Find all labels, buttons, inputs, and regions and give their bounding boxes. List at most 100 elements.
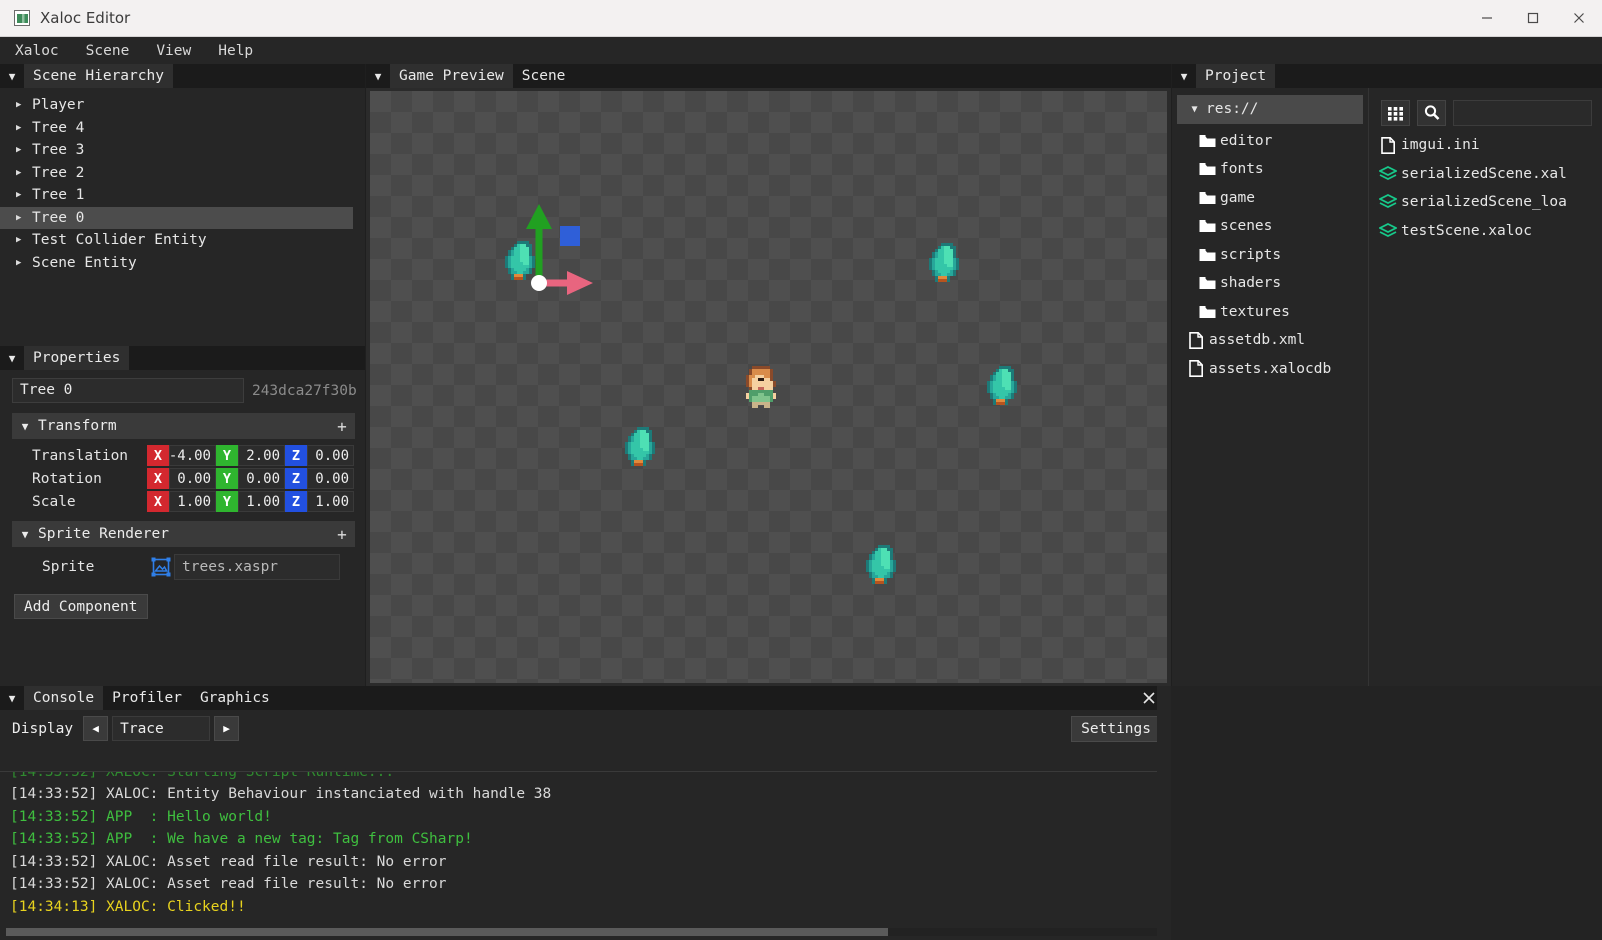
project-file-testscene-xaloc[interactable]: testScene.xaloc — [1369, 217, 1602, 246]
chevron-right-icon[interactable]: ▶ — [16, 258, 32, 268]
console-horizontal-scrollbar[interactable] — [6, 928, 1157, 936]
chevron-right-icon[interactable]: ▶ — [16, 235, 32, 245]
tree-sprite[interactable] — [863, 542, 911, 590]
scale-z-input[interactable]: 1.00 — [307, 491, 354, 512]
console-log-line: [14:33:52] XALOC: Entity Behaviour insta… — [10, 786, 552, 802]
player-sprite[interactable] — [740, 363, 788, 411]
row-label: Rotation — [32, 470, 102, 487]
close-icon[interactable] — [1556, 0, 1602, 36]
project-item-assets-xalocdb[interactable]: assets.xalocdb — [1172, 355, 1368, 384]
tree-sprite[interactable] — [622, 424, 670, 472]
hierarchy-item-tree-1[interactable]: ▶ Tree 1 — [0, 184, 365, 207]
tab-console[interactable]: Console — [24, 686, 104, 710]
component-header-sprite-renderer[interactable]: ▼ Sprite Renderer + — [12, 521, 355, 547]
hierarchy-item-tree-0[interactable]: ▶ Tree 0 — [0, 206, 353, 229]
chevron-right-icon[interactable]: ▶ — [16, 100, 32, 110]
transform-gizmo[interactable] — [493, 196, 603, 306]
left-arrow-icon[interactable]: ◀ — [83, 716, 109, 741]
project-file-imgui-ini[interactable]: imgui.ini — [1369, 131, 1602, 160]
component-header-transform[interactable]: ▼ Transform + — [12, 413, 355, 439]
tab-profiler[interactable]: Profiler — [103, 686, 191, 710]
game-canvas[interactable] — [370, 91, 1167, 683]
caret-down-icon[interactable]: ▼ — [12, 528, 38, 541]
tab-game-preview[interactable]: Game Preview — [390, 64, 513, 88]
row-label: Scale — [32, 493, 76, 510]
hierarchy-item-player[interactable]: ▶ Player — [0, 94, 365, 117]
menu-item-scene[interactable]: Scene — [74, 40, 142, 62]
console-gutter — [1157, 686, 1171, 940]
console-header: ▼ Console Profiler Graphics — [0, 686, 1171, 710]
search-icon[interactable] — [1417, 100, 1446, 126]
project-item-assetdb-xml[interactable]: assetdb.xml — [1172, 326, 1368, 355]
tab-graphics[interactable]: Graphics — [190, 686, 279, 710]
sprite-asset-input[interactable]: trees.xaspr — [174, 554, 340, 580]
rotation-y-input[interactable]: 0.00 — [238, 468, 285, 489]
right-arrow-icon[interactable]: ▶ — [214, 716, 240, 741]
hierarchy-item-test-collider-entity[interactable]: ▶ Test Collider Entity — [0, 229, 365, 252]
project-file-serializedscene_loa[interactable]: serializedScene_loa — [1369, 188, 1602, 217]
chevron-right-icon[interactable]: ▶ — [16, 145, 32, 155]
collapse-arrow-icon[interactable]: ▼ — [0, 686, 24, 710]
translation-z-input[interactable]: 0.00 — [307, 445, 354, 466]
menu-item-help[interactable]: Help — [206, 40, 265, 62]
hierarchy-item-tree-4[interactable]: ▶ Tree 4 — [0, 117, 365, 140]
caret-down-icon[interactable]: ▼ — [12, 420, 38, 433]
collapse-arrow-icon[interactable]: ▼ — [366, 64, 390, 88]
console-log-area[interactable]: [14:33:52] XALOC: Starting Script Runtim… — [0, 771, 1171, 924]
project-item-game[interactable]: game — [1172, 184, 1368, 213]
project-search-input[interactable] — [1453, 100, 1592, 126]
menu-item-xaloc[interactable]: Xaloc — [3, 40, 71, 62]
collapse-arrow-icon[interactable]: ▼ — [0, 64, 24, 88]
minimize-icon[interactable] — [1464, 0, 1510, 36]
maximize-icon[interactable] — [1510, 0, 1556, 36]
chevron-right-icon[interactable]: ▶ — [16, 190, 32, 200]
project-item-fonts[interactable]: fonts — [1172, 155, 1368, 184]
project-item-scenes[interactable]: scenes — [1172, 212, 1368, 241]
hierarchy-item-scene-entity[interactable]: ▶ Scene Entity — [0, 252, 365, 275]
folder-icon — [1194, 248, 1220, 262]
chevron-right-icon[interactable]: ▶ — [16, 123, 32, 133]
hierarchy-item-tree-3[interactable]: ▶ Tree 3 — [0, 139, 365, 162]
project-item-label: assetdb.xml — [1209, 332, 1306, 349]
settings-button[interactable]: Settings — [1071, 715, 1161, 742]
tree-sprite[interactable] — [984, 363, 1032, 411]
menu-item-view[interactable]: View — [144, 40, 203, 62]
folder-icon — [1194, 134, 1220, 148]
project-item-textures[interactable]: textures — [1172, 298, 1368, 327]
collapse-arrow-icon[interactable]: ▼ — [0, 346, 24, 370]
tab-scene[interactable]: Scene — [512, 64, 575, 88]
chevron-right-icon[interactable]: ▶ — [16, 168, 32, 178]
project-file-serializedscene-xal[interactable]: serializedScene.xal — [1369, 160, 1602, 189]
log-level-value[interactable]: Trace — [112, 716, 211, 741]
project-header: ▼ Project — [1172, 64, 1602, 88]
tab-properties[interactable]: Properties — [24, 346, 130, 370]
project-item-shaders[interactable]: shaders — [1172, 269, 1368, 298]
grid-view-icon[interactable] — [1381, 100, 1410, 126]
chevron-right-icon[interactable]: ▶ — [16, 213, 32, 223]
add-component-button[interactable]: Add Component — [14, 594, 148, 619]
gizmo-xy-plane-handle — [560, 226, 580, 246]
rotation-x-input[interactable]: 0.00 — [169, 468, 216, 489]
translation-x-input[interactable]: -4.00 — [169, 445, 216, 466]
sprite-asset-icon[interactable] — [147, 557, 174, 577]
translation-y-input[interactable]: 2.00 — [238, 445, 285, 466]
project-item-scripts[interactable]: scripts — [1172, 241, 1368, 270]
entity-name-input[interactable]: Tree 0 — [12, 378, 244, 403]
project-file-list-pane: imgui.ini serializedScene.xal serializedSc… — [1369, 88, 1602, 686]
project-root-item[interactable]: ▼ res:// — [1177, 95, 1363, 124]
collapse-arrow-icon[interactable]: ▼ — [1172, 64, 1196, 88]
add-property-button[interactable]: + — [329, 417, 355, 436]
rotation-z-input[interactable]: 0.00 — [307, 468, 354, 489]
add-property-button[interactable]: + — [329, 525, 355, 544]
tab-project[interactable]: Project — [1196, 64, 1276, 88]
hierarchy-item-label: Tree 0 — [32, 209, 85, 226]
project-item-editor[interactable]: editor — [1172, 127, 1368, 156]
scale-x-input[interactable]: 1.00 — [169, 491, 216, 512]
tab-scene-hierarchy[interactable]: Scene Hierarchy — [24, 64, 173, 88]
scale-y-input[interactable]: 1.00 — [238, 491, 285, 512]
hierarchy-item-tree-2[interactable]: ▶ Tree 2 — [0, 162, 365, 185]
bottom-background — [1171, 686, 1602, 940]
window-title: Xaloc Editor — [40, 9, 131, 27]
tree-sprite[interactable] — [926, 240, 974, 288]
caret-down-icon[interactable]: ▼ — [1183, 104, 1206, 115]
